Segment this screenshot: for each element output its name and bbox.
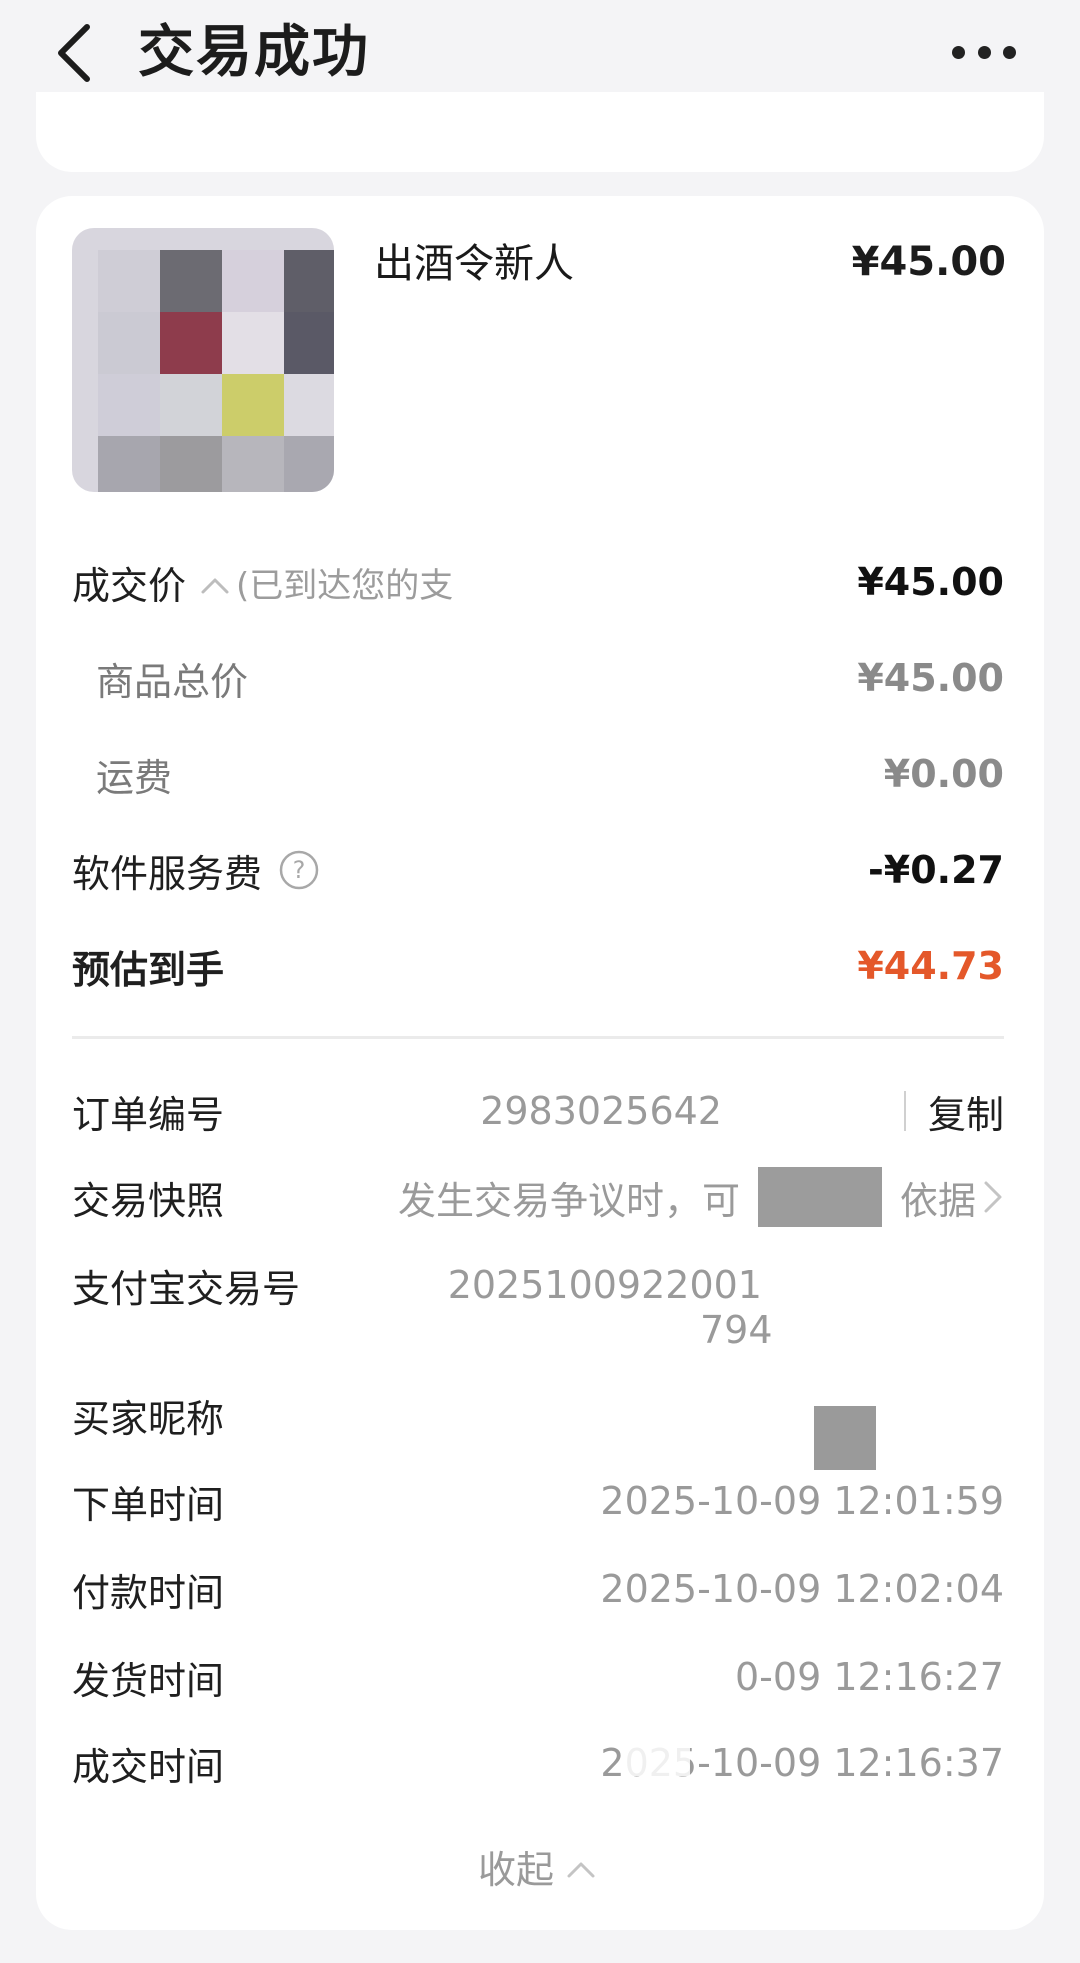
chevron-up-icon <box>566 1844 596 1888</box>
order-time-label: 下单时间 <box>72 1482 225 1527</box>
order-time-value: 2025-10-09 12:01:59 <box>600 1479 1004 1523</box>
deal-price-row: 成交价 (已到达您的支 ¥45.00 <box>72 552 1004 612</box>
service-fee-value: -¥0.27 <box>868 848 1004 892</box>
collapse-button[interactable]: 收起 <box>36 1836 1044 1896</box>
alipay-number-value-line2: 794 <box>700 1308 773 1352</box>
order-time-row: 下单时间 2025-10-09 12:01:59 <box>72 1470 1004 1532</box>
svg-text:?: ? <box>293 856 306 884</box>
ship-time-value: 0-09 12:16:27 <box>735 1655 1004 1699</box>
page: 交易成功 出酒令新人 ¥45.00 成交价 (已到达您的支 ¥45.00 商品总… <box>0 0 1080 1963</box>
deal-price-value: ¥45.00 <box>857 560 1004 604</box>
alipay-number-value: 2025100922001 <box>447 1263 762 1307</box>
alipay-number-row: 支付宝交易号 2025100922001 <box>72 1254 1004 1316</box>
collapse-label: 收起 <box>477 1847 554 1892</box>
order-number-value: 2983025642 <box>480 1089 722 1133</box>
ship-time-row: 发货时间 0-09 12:16:27 <box>72 1646 1004 1708</box>
redacted-block <box>757 1167 882 1227</box>
estimated-row: 预估到手 ¥44.73 <box>72 936 1004 996</box>
estimated-label: 预估到手 <box>72 947 225 992</box>
deal-time-label: 成交时间 <box>72 1744 225 1789</box>
copy-button[interactable]: 复制 <box>928 1084 1004 1139</box>
goods-total-value: ¥45.00 <box>857 656 1004 700</box>
payment-time-label: 付款时间 <box>72 1570 225 1615</box>
deal-price-hint: (已到达您的支 <box>236 565 454 606</box>
chevron-right-icon[interactable] <box>982 1179 1004 1215</box>
snapshot-label: 交易快照 <box>72 1178 225 1223</box>
buyer-nickname-label: 买家昵称 <box>72 1396 225 1441</box>
product-thumbnail[interactable] <box>72 228 334 492</box>
snapshot-value: 发生交易争议时，可 <box>397 1178 740 1223</box>
redacted-block <box>814 1406 876 1470</box>
snapshot-value-tail: 依据 <box>899 1178 976 1223</box>
order-detail-card: 出酒令新人 ¥45.00 成交价 (已到达您的支 ¥45.00 商品总价 ¥45… <box>36 196 1044 1930</box>
previous-card <box>36 92 1044 172</box>
service-fee-row: 软件服务费 ? -¥0.27 <box>72 840 1004 900</box>
help-circle-icon[interactable]: ? <box>278 849 320 891</box>
order-number-row: 订单编号 2983025642 复制 <box>72 1080 1004 1142</box>
snapshot-row[interactable]: 交易快照 发生交易争议时，可 依据 <box>72 1166 1004 1228</box>
more-horizontal-icon[interactable] <box>952 34 1016 70</box>
shipping-value: ¥0.00 <box>883 752 1004 796</box>
service-fee-label: 软件服务费 <box>72 851 263 896</box>
order-number-label: 订单编号 <box>72 1092 225 1137</box>
shipping-label: 运费 <box>96 755 173 800</box>
product-price: ¥45.00 <box>851 239 1006 285</box>
payment-time-value: 2025-10-09 12:02:04 <box>600 1567 1004 1611</box>
ship-time-label: 发货时间 <box>72 1658 225 1703</box>
alipay-number-label: 支付宝交易号 <box>72 1266 301 1311</box>
chevron-left-icon[interactable] <box>48 18 98 88</box>
divider <box>72 1036 1004 1039</box>
shipping-row: 运费 ¥0.00 <box>72 744 1004 804</box>
deal-price-label: 成交价 <box>72 563 187 608</box>
page-title: 交易成功 <box>138 20 370 85</box>
separator <box>903 1091 906 1131</box>
payment-time-row: 付款时间 2025-10-09 12:02:04 <box>72 1558 1004 1620</box>
deal-time-row: 成交时间 2025-10-09 12:16:37 <box>72 1732 1004 1794</box>
blur-mask <box>626 1716 690 1776</box>
product-name[interactable]: 出酒令新人 <box>374 236 574 292</box>
goods-total-label: 商品总价 <box>96 659 249 704</box>
goods-total-row: 商品总价 ¥45.00 <box>72 648 1004 708</box>
estimated-value: ¥44.73 <box>857 944 1004 988</box>
chevron-up-icon[interactable] <box>200 560 230 604</box>
